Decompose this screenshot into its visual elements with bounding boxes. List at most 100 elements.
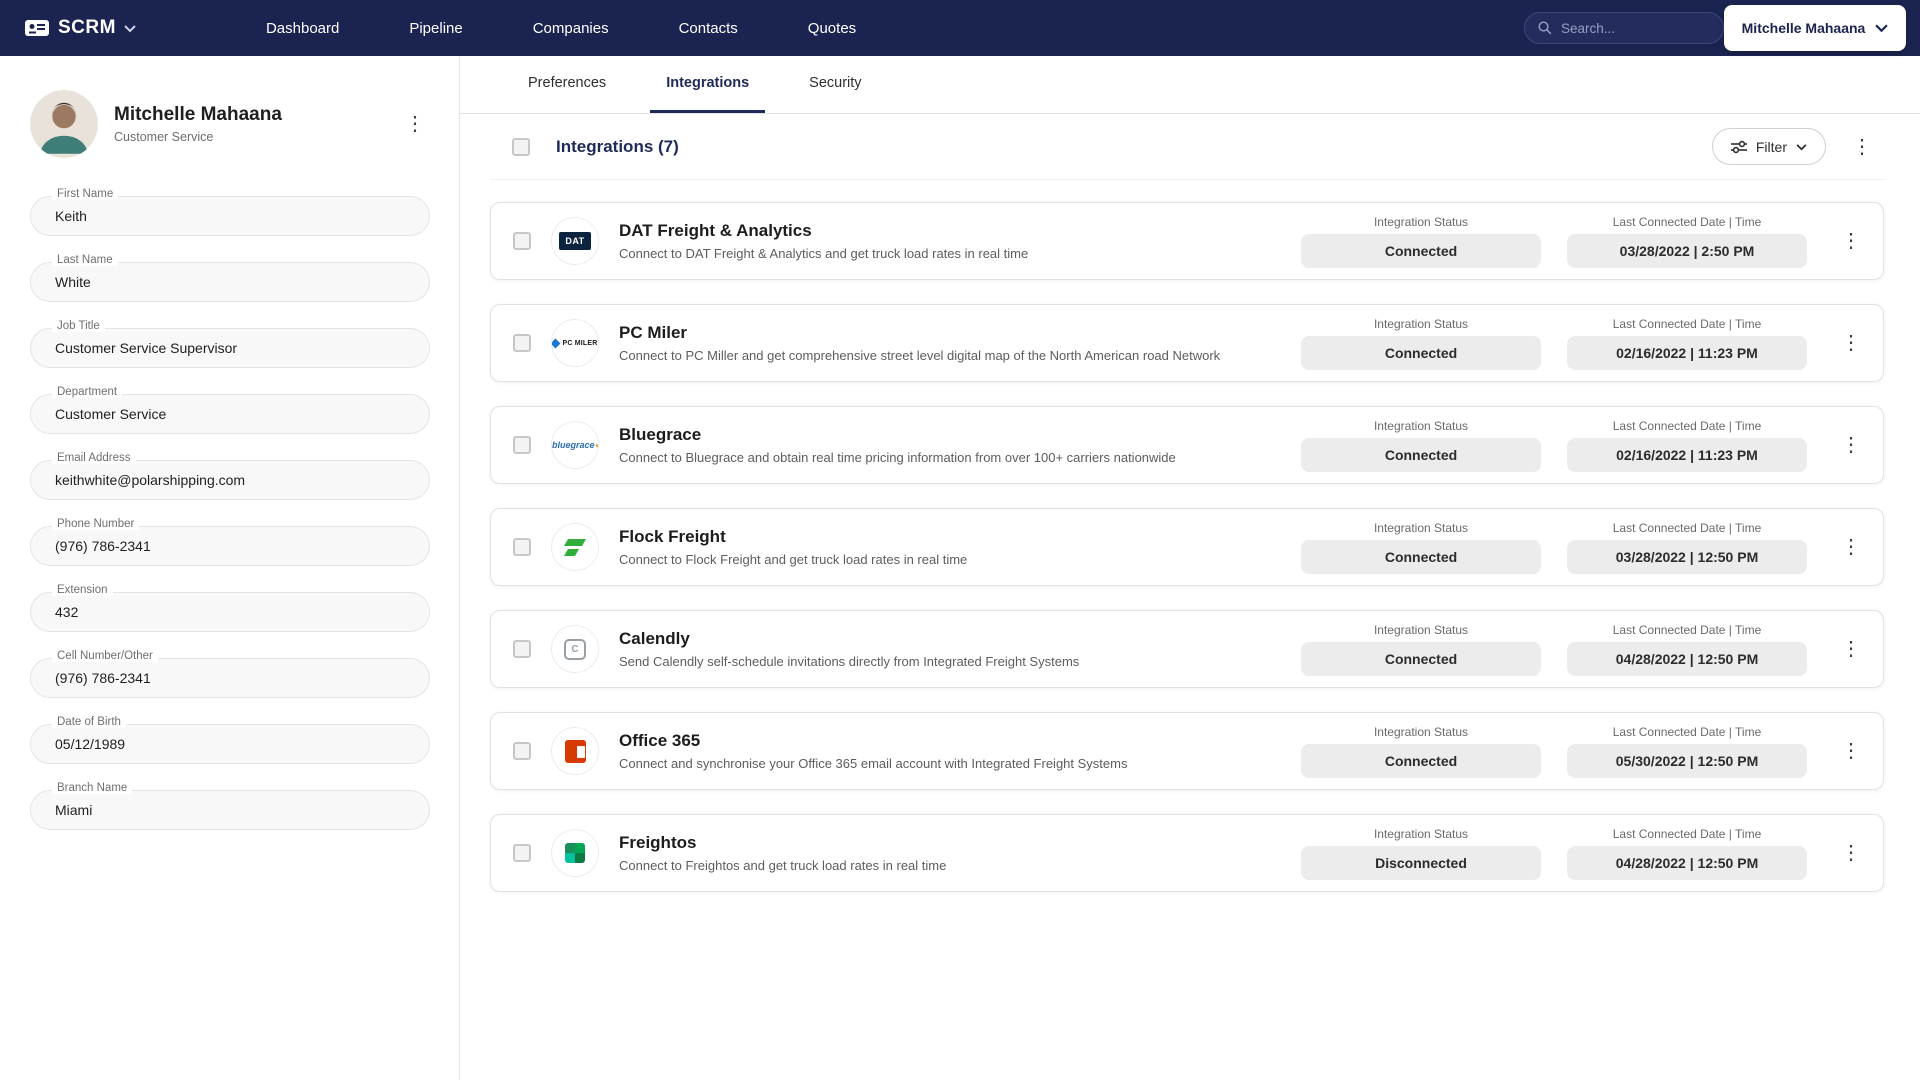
status-label: Integration Status bbox=[1373, 622, 1469, 637]
integration-menu-button[interactable]: ⋮ bbox=[1837, 435, 1865, 455]
integrations-title: Integrations (7) bbox=[556, 136, 679, 156]
integration-name: Flock Freight bbox=[619, 527, 726, 546]
status-badge: Connected bbox=[1301, 743, 1541, 778]
integration-description: Connect to Freightos and get truck load … bbox=[619, 858, 947, 873]
date-label: Last Connected Date | Time bbox=[1612, 724, 1762, 739]
integration-card: DAT Freight & Analytics Connect to DAT F… bbox=[490, 202, 1884, 280]
integration-menu-button[interactable]: ⋮ bbox=[1837, 639, 1865, 659]
field-value[interactable]: 05/12/1989 bbox=[30, 724, 430, 764]
date-label: Last Connected Date | Time bbox=[1612, 418, 1762, 433]
field-value[interactable]: Keith bbox=[30, 196, 430, 236]
profile-field: Department Customer Service bbox=[30, 386, 430, 434]
integration-card: Calendly Send Calendly self-schedule inv… bbox=[490, 610, 1884, 688]
integration-description: Connect and synchronise your Office 365 … bbox=[619, 756, 1128, 771]
integration-checkbox[interactable] bbox=[513, 742, 531, 760]
settings-tabs: Preferences Integrations Security bbox=[460, 56, 1920, 114]
nav-item[interactable]: Quotes bbox=[808, 20, 856, 37]
tab[interactable]: Integrations bbox=[650, 56, 766, 113]
integration-logo-icon bbox=[551, 421, 599, 469]
profile-name: Mitchelle Mahaana bbox=[114, 104, 282, 125]
chevron-down-icon bbox=[1796, 144, 1807, 151]
integration-checkbox[interactable] bbox=[513, 640, 531, 658]
status-badge: Disconnected bbox=[1301, 845, 1541, 880]
field-value[interactable]: (976) 786-2341 bbox=[30, 658, 430, 698]
search-input[interactable] bbox=[1561, 20, 1711, 36]
integration-checkbox[interactable] bbox=[513, 844, 531, 862]
field-label: Branch Name bbox=[52, 782, 133, 794]
integration-menu-button[interactable]: ⋮ bbox=[1837, 537, 1865, 557]
integration-menu-button[interactable]: ⋮ bbox=[1837, 333, 1865, 353]
integration-card: Freightos Connect to Freightos and get t… bbox=[490, 814, 1884, 892]
field-label: Job Title bbox=[52, 320, 105, 332]
field-value[interactable]: Customer Service Supervisor bbox=[30, 328, 430, 368]
last-connected-value: 03/28/2022 | 12:50 PM bbox=[1567, 539, 1807, 574]
integration-logo-icon bbox=[551, 829, 599, 877]
integration-description: Connect to Bluegrace and obtain real tim… bbox=[619, 450, 1176, 465]
field-value[interactable]: White bbox=[30, 262, 430, 302]
profile-field: Branch Name Miami bbox=[30, 782, 430, 830]
status-badge: Connected bbox=[1301, 437, 1541, 472]
chevron-down-icon bbox=[1875, 23, 1889, 33]
integration-checkbox[interactable] bbox=[513, 436, 531, 454]
status-badge: Connected bbox=[1301, 233, 1541, 268]
integration-card: Office 365 Connect and synchronise your … bbox=[490, 712, 1884, 790]
field-label: Last Name bbox=[52, 254, 118, 266]
brand-label: SCRM bbox=[58, 17, 116, 38]
profile-field: Email Address keithwhite@polarshipping.c… bbox=[30, 452, 430, 500]
field-value[interactable]: Miami bbox=[30, 790, 430, 830]
integration-menu-button[interactable]: ⋮ bbox=[1837, 843, 1865, 863]
profile-field: Cell Number/Other (976) 786-2341 bbox=[30, 650, 430, 698]
integration-name: Calendly bbox=[619, 629, 690, 648]
status-label: Integration Status bbox=[1373, 826, 1469, 841]
main-panel: Preferences Integrations Security Integr… bbox=[460, 56, 1920, 1080]
integrations-list: DAT Freight & Analytics Connect to DAT F… bbox=[490, 180, 1884, 892]
last-connected-value: 04/28/2022 | 12:50 PM bbox=[1567, 845, 1807, 880]
user-name: Mitchelle Mahaana bbox=[1741, 20, 1866, 36]
filter-button[interactable]: Filter bbox=[1711, 128, 1826, 165]
integrations-header: Integrations (7) Filter ⋮ bbox=[490, 114, 1884, 180]
profile-fields: First Name Keith Last Name White Job Tit… bbox=[30, 188, 430, 830]
nav-item[interactable]: Contacts bbox=[679, 20, 738, 37]
search-box[interactable] bbox=[1524, 12, 1724, 44]
field-label: Phone Number bbox=[52, 518, 140, 530]
profile-field: Job Title Customer Service Supervisor bbox=[30, 320, 430, 368]
nav-item[interactable]: Dashboard bbox=[266, 20, 339, 37]
integration-checkbox[interactable] bbox=[513, 538, 531, 556]
nav-item[interactable]: Pipeline bbox=[409, 20, 462, 37]
status-label: Integration Status bbox=[1373, 724, 1469, 739]
date-label: Last Connected Date | Time bbox=[1612, 520, 1762, 535]
status-label: Integration Status bbox=[1373, 316, 1469, 331]
field-value[interactable]: (976) 786-2341 bbox=[30, 526, 430, 566]
list-menu-button[interactable]: ⋮ bbox=[1848, 137, 1876, 157]
date-label: Last Connected Date | Time bbox=[1612, 622, 1762, 637]
integration-menu-button[interactable]: ⋮ bbox=[1837, 231, 1865, 251]
navbar-right bbox=[1524, 12, 1724, 44]
integration-description: Connect to PC Miller and get comprehensi… bbox=[619, 348, 1221, 363]
chevron-down-icon bbox=[124, 25, 136, 33]
field-label: First Name bbox=[52, 188, 119, 200]
field-value[interactable]: keithwhite@polarshipping.com bbox=[30, 460, 430, 500]
user-menu[interactable]: Mitchelle Mahaana bbox=[1724, 5, 1906, 51]
tab[interactable]: Preferences bbox=[512, 56, 622, 113]
profile-role: Customer Service bbox=[114, 130, 214, 144]
profile-sidebar: Mitchelle Mahaana Customer Service ⋮ Fir… bbox=[0, 56, 460, 1080]
field-value[interactable]: Customer Service bbox=[30, 394, 430, 434]
brand-menu[interactable]: SCRM bbox=[24, 17, 136, 39]
field-label: Email Address bbox=[52, 452, 136, 464]
profile-field: Phone Number (976) 786-2341 bbox=[30, 518, 430, 566]
integration-card: PC Miler Connect to PC Miller and get co… bbox=[490, 304, 1884, 382]
last-connected-value: 02/16/2022 | 11:23 PM bbox=[1567, 437, 1807, 472]
integration-description: Connect to Flock Freight and get truck l… bbox=[619, 552, 968, 567]
integration-checkbox[interactable] bbox=[513, 334, 531, 352]
tab[interactable]: Security bbox=[793, 56, 877, 113]
integration-name: Freightos bbox=[619, 833, 697, 852]
field-value[interactable]: 432 bbox=[30, 592, 430, 632]
integration-card: Flock Freight Connect to Flock Freight a… bbox=[490, 508, 1884, 586]
integration-menu-button[interactable]: ⋮ bbox=[1837, 741, 1865, 761]
profile-field: Last Name White bbox=[30, 254, 430, 302]
select-all-checkbox[interactable] bbox=[512, 137, 530, 156]
profile-menu-button[interactable]: ⋮ bbox=[401, 114, 429, 134]
nav-item[interactable]: Companies bbox=[533, 20, 609, 37]
integration-checkbox[interactable] bbox=[513, 232, 531, 250]
main-nav: Dashboard Pipeline Companies Contacts Qu… bbox=[266, 20, 856, 37]
